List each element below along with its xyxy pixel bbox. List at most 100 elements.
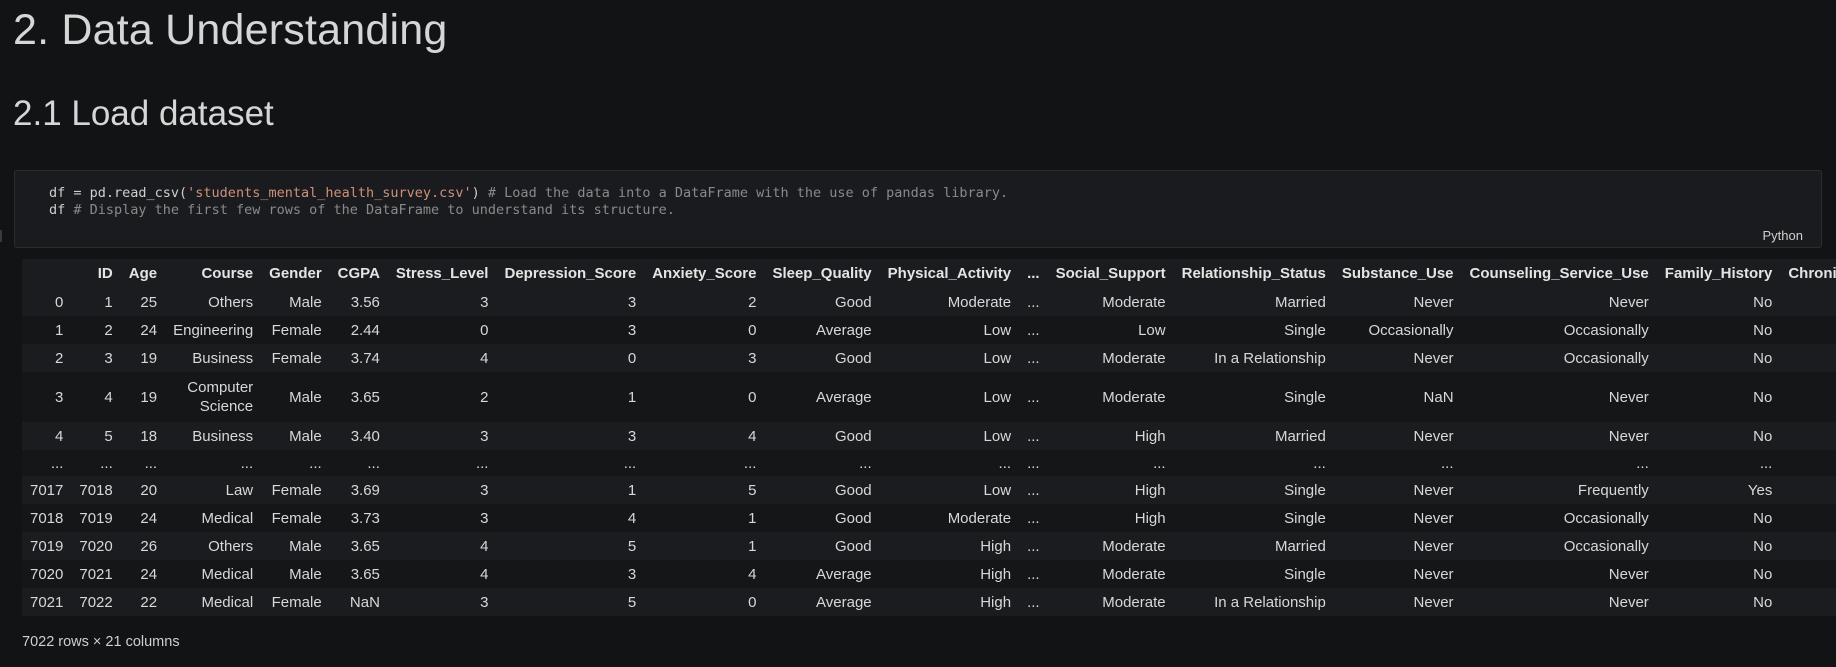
table-cell: ... [1019, 450, 1048, 476]
table-cell: 4 [387, 344, 497, 372]
table-cell: 3 [71, 344, 121, 372]
table-cell: Never [1461, 560, 1657, 588]
table-cell: Low [879, 344, 1020, 372]
table-cell: Good [764, 422, 880, 450]
table-cell: 25 [120, 288, 166, 316]
table-cell: Never [1461, 288, 1657, 316]
table-cell: ... [1019, 560, 1048, 588]
table-cell: Single [1173, 316, 1334, 344]
table-cell: Engineering [165, 316, 262, 344]
table-cell: 3.73 [329, 504, 388, 532]
table-cell: Female [261, 504, 330, 532]
table-cell: 3.65 [329, 560, 388, 588]
table-cell: ... [496, 450, 645, 476]
code-text: df = pd.read_csv( [49, 185, 188, 201]
table-cell: 0 [644, 588, 765, 616]
table-cell: 24 [120, 316, 166, 344]
table-cell: No [1780, 372, 1836, 422]
table-cell: 3 [496, 422, 645, 450]
table-cell: 3.40 [329, 422, 388, 450]
code-cell[interactable]: df = pd.read_csv('students_mental_health… [14, 170, 1822, 248]
table-cell: NaN [1333, 372, 1462, 422]
table-cell: 24 [120, 504, 166, 532]
cell-language-label[interactable]: Python [1763, 228, 1803, 243]
table-cell: Good [764, 288, 880, 316]
table-cell: Female [261, 476, 330, 504]
table-cell: Moderate [1047, 532, 1174, 560]
table-cell: Single [1173, 476, 1334, 504]
table-cell: ... [1173, 450, 1334, 476]
table-cell: Never [1333, 560, 1462, 588]
subsection-heading: 2.1 Load dataset [13, 94, 274, 133]
table-cell: Never [1333, 504, 1462, 532]
table-cell: High [879, 532, 1020, 560]
table-cell: NaN [329, 588, 388, 616]
table-cell: 4 [496, 504, 645, 532]
row-index: ... [22, 450, 72, 476]
table-cell: ... [1333, 450, 1462, 476]
table-cell: 5 [496, 588, 645, 616]
table-cell: No [1780, 504, 1836, 532]
column-header: Gender [261, 259, 330, 288]
table-cell: 3 [387, 504, 497, 532]
code-line-2[interactable]: df # Display the first few rows of the D… [49, 202, 675, 218]
cell-collapse-marker[interactable] [0, 230, 2, 242]
dataframe-table: ID Age Course Gender CGPA Stress_Level Depress… [22, 259, 1836, 616]
table-cell: Moderate [1047, 372, 1174, 422]
table-cell: Married [1173, 288, 1334, 316]
row-index: 7018 [22, 504, 72, 532]
table-cell: Good [764, 532, 880, 560]
table-cell: Never [1333, 532, 1462, 560]
table-cell: Female [261, 344, 330, 372]
table-cell: No [1656, 372, 1781, 422]
table-cell: Moderate [879, 504, 1020, 532]
table-cell: 4 [644, 560, 765, 588]
table-cell: No [1780, 476, 1836, 504]
table-cell: 7021 [71, 560, 121, 588]
table-cell: Good [764, 344, 880, 372]
code-string: 'students_mental_health_survey.csv' [187, 185, 472, 201]
table-cell: Average [764, 372, 880, 422]
table-row: 4 5 18 Business Male 3.40 3 3 4 Good Low... High Mar… [22, 422, 1836, 450]
table-cell: Never [1461, 588, 1657, 616]
table-cell: Frequently [1461, 476, 1657, 504]
table-row: 2 3 19 Business Female 3.74 4 0 3 Good Low... Moder… [22, 344, 1836, 372]
table-cell: Never [1333, 344, 1462, 372]
table-cell: Good [764, 504, 880, 532]
row-index: 7019 [22, 532, 72, 560]
table-cell: No [1656, 588, 1781, 616]
table-cell: ... [1019, 422, 1048, 450]
table-cell: Average [764, 316, 880, 344]
table-cell: Medical [165, 560, 262, 588]
column-header: Anxiety_Score [644, 259, 765, 288]
table-cell: Married [1173, 532, 1334, 560]
table-cell: ... [1019, 288, 1048, 316]
table-cell: Moderate [1047, 588, 1174, 616]
table-row: 3 4 19 Computer Science Male 3.65 2 1 0 Average Lo… [22, 372, 1836, 422]
table-cell: 0 [644, 316, 765, 344]
table-cell: Never [1461, 372, 1657, 422]
table-cell: Female [261, 316, 330, 344]
table-cell: 1 [644, 504, 765, 532]
column-header: Chronic_Illness [1780, 259, 1836, 288]
table-cell: Moderate [1047, 344, 1174, 372]
table-cell: 3 [387, 422, 497, 450]
code-line-1[interactable]: df = pd.read_csv('students_mental_health… [49, 185, 1008, 201]
section-heading: 2. Data Understanding [13, 6, 448, 54]
table-cell: Never [1333, 476, 1462, 504]
table-cell: Never [1333, 588, 1462, 616]
table-cell: Married [1173, 422, 1334, 450]
table-cell: Business [165, 422, 262, 450]
table-cell: 3.56 [329, 288, 388, 316]
column-header: Relationship_Status [1173, 259, 1334, 288]
table-cell: 26 [120, 532, 166, 560]
table-cell: 3.65 [329, 372, 388, 422]
table-cell: ... [387, 450, 497, 476]
table-cell: Average [764, 560, 880, 588]
table-cell: No [1656, 504, 1781, 532]
table-cell: No [1780, 588, 1836, 616]
table-cell: Low [879, 372, 1020, 422]
table-cell: ... [644, 450, 765, 476]
table-cell: 3 [644, 344, 765, 372]
table-cell: Moderate [879, 288, 1020, 316]
